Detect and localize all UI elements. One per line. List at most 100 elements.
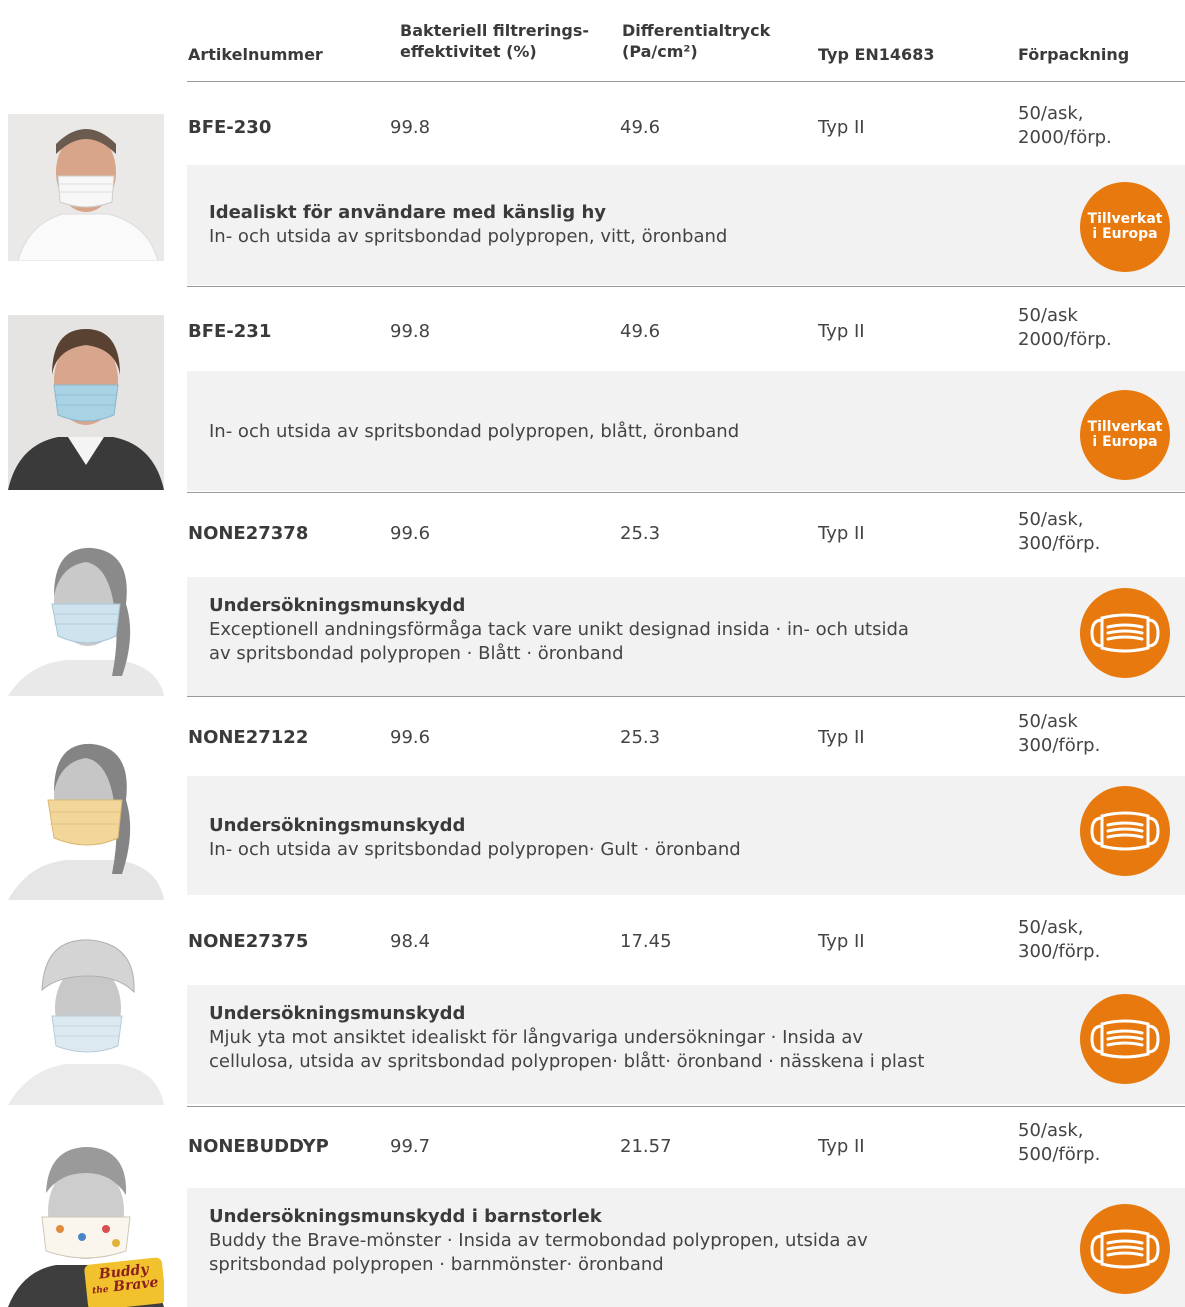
product-photo	[8, 114, 164, 261]
row-divider	[187, 1106, 1185, 1107]
bfe-value: 99.8	[390, 117, 431, 138]
description-line1: Exceptionell andningsförmåga tack vare u…	[209, 619, 909, 640]
packaging-line1: 50/ask	[1018, 305, 1078, 326]
description-text: Idealiskt för användare med känslig hy I…	[209, 201, 995, 249]
table-header: Artikelnummer Bakteriell filtrerings- ef…	[0, 0, 1185, 82]
made-in-europe-badge: Tillverkat i Europa	[1080, 390, 1170, 480]
badge-text: Tillverkat i Europa	[1080, 212, 1170, 242]
type-value: Typ II	[818, 523, 865, 544]
description-panel: In- och utsida av spritsbondad polyprope…	[187, 371, 1185, 491]
description-line1: In- och utsida av spritsbondad polyprope…	[209, 226, 728, 247]
description-line1: In- och utsida av spritsbondad polyprope…	[209, 839, 741, 860]
mask-icon	[1090, 613, 1160, 653]
mask-icon	[1090, 811, 1160, 851]
description-title: Undersökningsmunskydd i barnstorlek	[209, 1206, 602, 1227]
product-photo: Buddy the Brave	[8, 1133, 164, 1307]
article-code: BFE-231	[188, 321, 272, 342]
product-row: NONE27378 99.6 25.3 Typ II 50/ask, 300/f…	[0, 492, 1185, 696]
header-bfe-line2: effektivitet (%)	[400, 42, 537, 61]
badge-line1: Tillverkat	[1087, 419, 1163, 435]
header-type: Typ EN14683	[818, 45, 935, 64]
packaging-line1: 50/ask	[1018, 711, 1078, 732]
packaging-line2: 300/förp.	[1018, 941, 1101, 962]
type-value: Typ II	[818, 117, 865, 138]
description-line2: spritsbondad polypropen · barnmönster· ö…	[209, 1254, 664, 1275]
bfe-value: 99.6	[390, 523, 431, 544]
row-divider	[187, 696, 1185, 697]
packaging-value: 50/ask 300/förp.	[1018, 710, 1100, 758]
pressure-value: 17.45	[620, 931, 672, 952]
badge-text: Tillverkat i Europa	[1080, 420, 1170, 450]
made-in-europe-badge: Tillverkat i Europa	[1080, 182, 1170, 272]
packaging-line1: 50/ask,	[1018, 917, 1084, 938]
description-panel: Undersökningsmunskydd Mjuk yta mot ansik…	[187, 985, 1185, 1104]
description-title: Undersökningsmunskydd	[209, 815, 466, 836]
header-bfe-line1: Bakteriell filtrerings-	[400, 21, 590, 40]
pressure-value: 49.6	[620, 117, 661, 138]
type-value: Typ II	[818, 321, 865, 342]
product-row: NONE27122 99.6 25.3 Typ II 50/ask 300/fö…	[0, 696, 1185, 900]
header-article-number: Artikelnummer	[188, 45, 323, 64]
mask-badge	[1080, 1204, 1170, 1294]
badge-line2: i Europa	[1092, 434, 1158, 450]
description-text: Undersökningsmunskydd i barnstorlek Budd…	[209, 1205, 995, 1277]
pressure-value: 21.57	[620, 1136, 672, 1157]
description-panel: Undersökningsmunskydd In- och utsida av …	[187, 776, 1185, 895]
packaging-line1: 50/ask,	[1018, 1120, 1084, 1141]
type-value: Typ II	[818, 931, 865, 952]
product-photo	[8, 714, 164, 900]
packaging-value: 50/ask, 300/förp.	[1018, 916, 1100, 964]
bfe-value: 99.6	[390, 727, 431, 748]
description-line1: In- och utsida av spritsbondad polyprope…	[209, 421, 740, 442]
packaging-line2: 300/förp.	[1018, 533, 1101, 554]
description-text: Undersökningsmunskydd In- och utsida av …	[209, 814, 995, 862]
packaging-line2: 2000/förp.	[1018, 127, 1112, 148]
description-text: Undersökningsmunskydd Mjuk yta mot ansik…	[209, 1002, 995, 1074]
product-row: BFE-231 99.8 49.6 Typ II 50/ask 2000/för…	[0, 290, 1185, 492]
bfe-value: 98.4	[390, 931, 431, 952]
packaging-value: 50/ask 2000/förp.	[1018, 304, 1112, 352]
packaging-line2: 2000/förp.	[1018, 329, 1112, 350]
badge-line1: Tillverkat	[1087, 211, 1163, 227]
description-line2: cellulosa, utsida av spritsbondad polypr…	[209, 1051, 925, 1072]
description-title: Idealiskt för användare med känslig hy	[209, 202, 607, 223]
pressure-value: 49.6	[620, 321, 661, 342]
header-pressure: Differentialtryck (Pa/cm²)	[622, 20, 770, 62]
article-code: BFE-230	[188, 117, 272, 138]
type-value: Typ II	[818, 1136, 865, 1157]
packaging-value: 50/ask, 500/förp.	[1018, 1119, 1100, 1167]
description-panel: Undersökningsmunskydd Exceptionell andni…	[187, 577, 1185, 696]
product-photo	[8, 920, 164, 1105]
row-divider	[187, 286, 1185, 287]
header-pressure-line1: Differentialtryck	[622, 21, 771, 40]
article-code: NONE27378	[188, 523, 309, 544]
product-photo	[8, 526, 164, 696]
mask-badge	[1080, 786, 1170, 876]
article-code: NONEBUDDYP	[188, 1136, 329, 1157]
product-row: BFE-230 99.8 49.6 Typ II 50/ask, 2000/fö…	[0, 100, 1185, 290]
mask-badge	[1080, 588, 1170, 678]
packaging-line1: 50/ask,	[1018, 509, 1084, 530]
description-text: Undersökningsmunskydd Exceptionell andni…	[209, 594, 995, 666]
packaging-line2: 500/förp.	[1018, 1144, 1101, 1165]
description-text: In- och utsida av spritsbondad polyprope…	[209, 420, 995, 444]
pressure-value: 25.3	[620, 523, 661, 544]
product-row: Buddy the Brave NONEBUDDYP 99.7 21.57 Typ…	[0, 1106, 1185, 1307]
mask-badge	[1080, 994, 1170, 1084]
header-pressure-line2: (Pa/cm²)	[622, 42, 698, 61]
badge-line2: i Europa	[1092, 226, 1158, 242]
packaging-line2: 300/förp.	[1018, 735, 1101, 756]
mask-icon	[1090, 1019, 1160, 1059]
description-title: Undersökningsmunskydd	[209, 595, 466, 616]
description-line1: Mjuk yta mot ansiktet idealiskt för lång…	[209, 1027, 864, 1048]
packaging-value: 50/ask, 2000/förp.	[1018, 102, 1112, 150]
description-line1: Buddy the Brave-mönster · Insida av term…	[209, 1230, 868, 1251]
buddy-the-brave-logo: Buddy the Brave	[83, 1257, 164, 1307]
type-value: Typ II	[818, 727, 865, 748]
pressure-value: 25.3	[620, 727, 661, 748]
mask-icon	[1090, 1229, 1160, 1269]
header-divider	[187, 81, 1185, 82]
description-panel: Idealiskt för användare med känslig hy I…	[187, 165, 1185, 285]
product-row: NONE27375 98.4 17.45 Typ II 50/ask, 300/…	[0, 900, 1185, 1106]
packaging-value: 50/ask, 300/förp.	[1018, 508, 1100, 556]
